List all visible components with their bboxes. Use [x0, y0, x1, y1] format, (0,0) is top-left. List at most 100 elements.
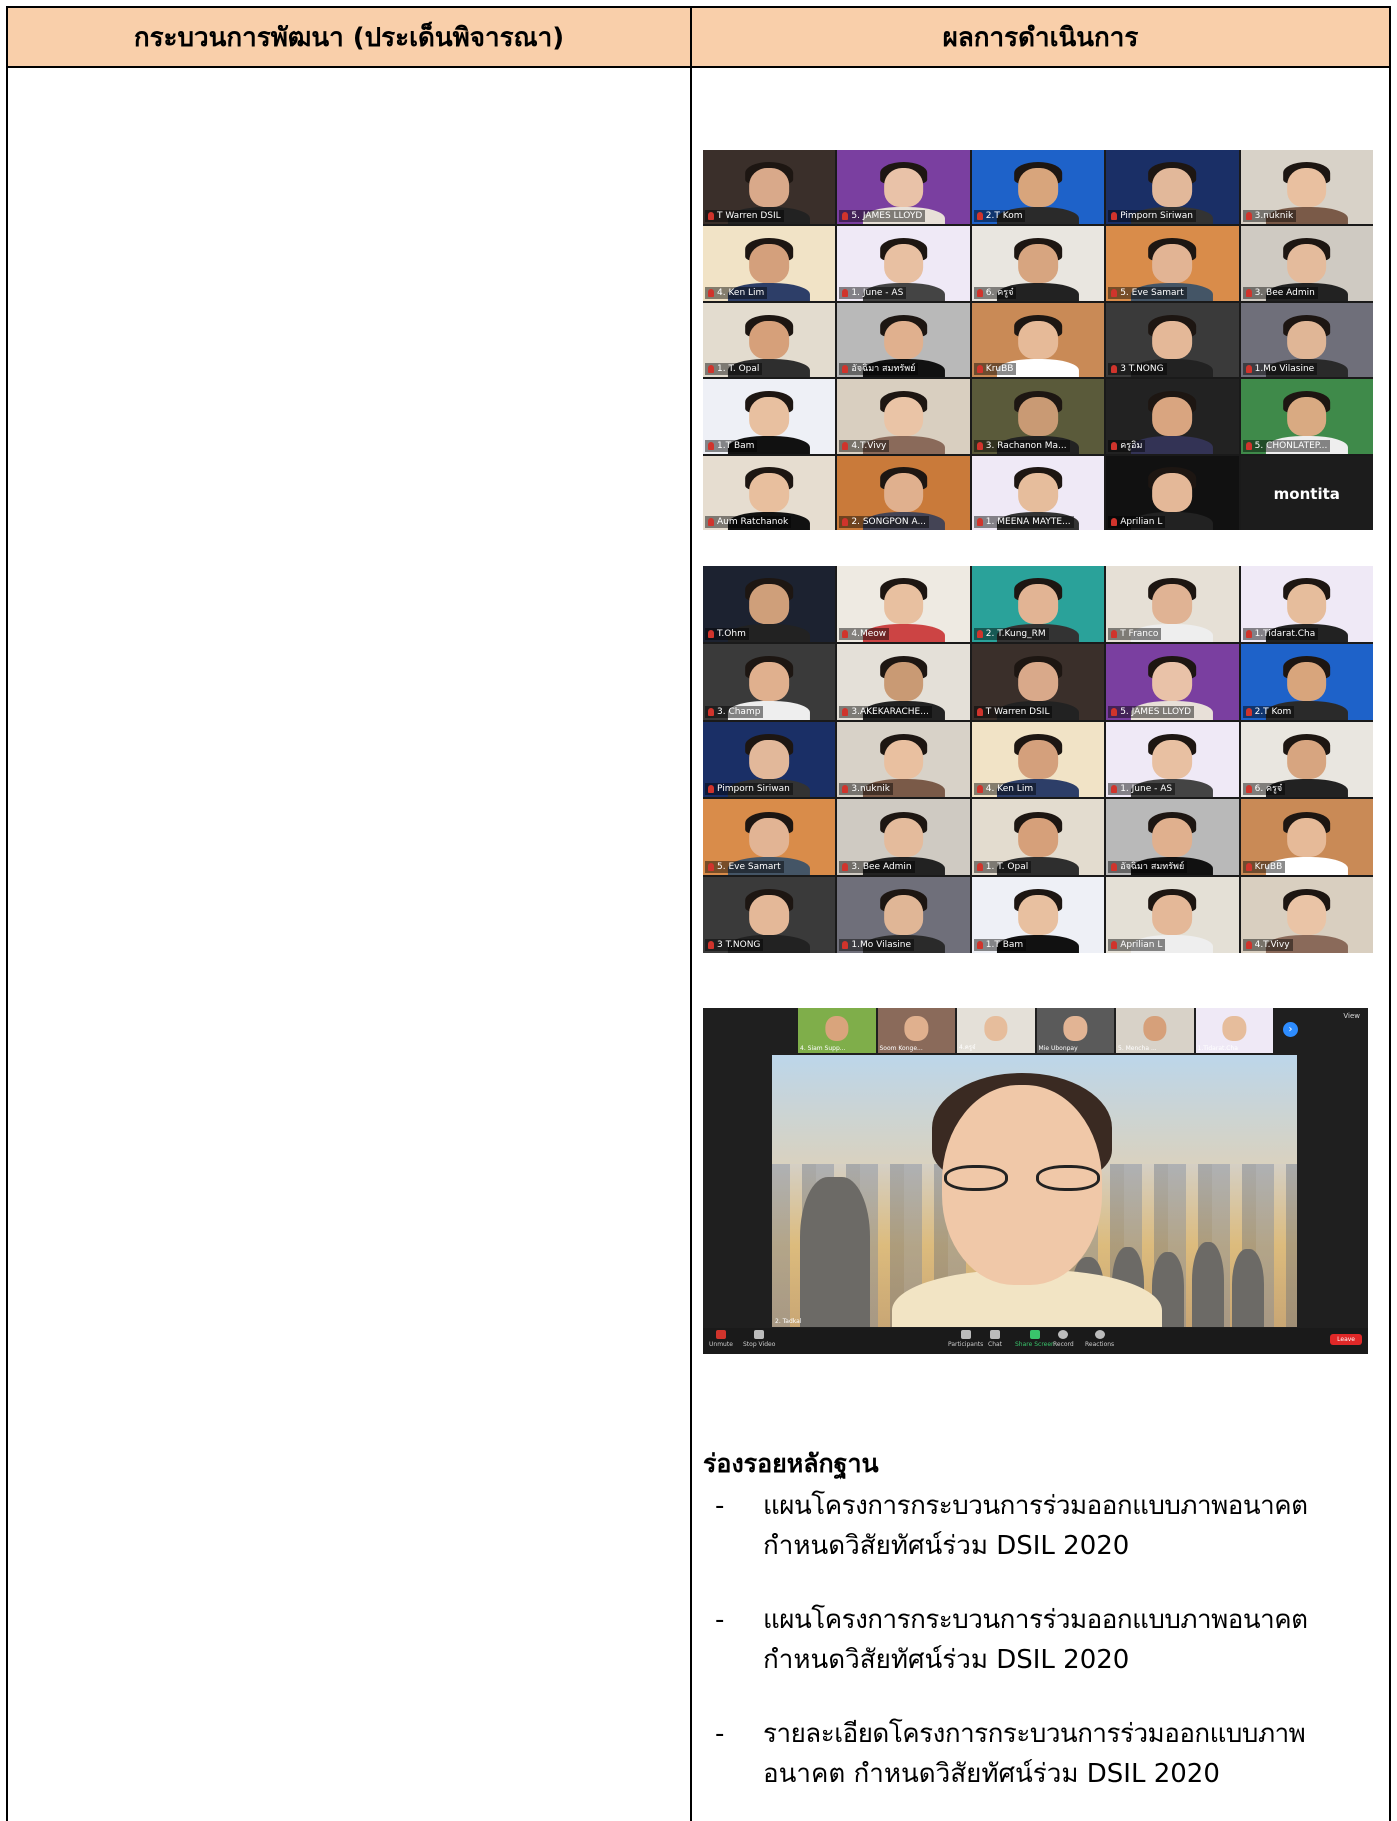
participant-name: KruBB: [1242, 861, 1286, 874]
participant-face: [749, 397, 790, 436]
strip-participant-tile: 5. Mencha ...: [1116, 1008, 1194, 1053]
participant-tile: Pimporn Siriwan: [703, 721, 836, 798]
participant-name: 1. T. Opal: [705, 363, 763, 376]
participant-name: Pimporn Siriwan: [1108, 210, 1197, 223]
zoom-gallery-screenshot-1: T Warren DSIL 5. JAMES LLOYD 2.T Kom Pimpor…: [703, 150, 1373, 530]
participant-tile: 3 T.NONG: [1106, 302, 1239, 378]
participant-tile: อัจฉิมา สมทรัพย์: [837, 302, 970, 378]
participant-face: [883, 895, 924, 935]
stop-video-control: Stop Video: [743, 1330, 775, 1348]
participant-name: อัจฉิมา สมทรัพย์: [1108, 861, 1188, 874]
participant-name: 1.T Bam: [705, 439, 758, 452]
participant-name: 4.ครูจ๋: [959, 1044, 976, 1051]
participant-face: [1222, 1016, 1246, 1041]
zoom-speaker-view-screenshot: 4. Siam Supp... Soom Konge... 4.ครูจ๋ Mie U…: [703, 1008, 1368, 1354]
participant-name: 3. Champ: [705, 705, 764, 718]
participant-name: 3 T.NONG: [1108, 363, 1167, 376]
participant-face: [1018, 739, 1058, 780]
participant-face: [1152, 167, 1193, 207]
participant-tile: 6. ครูจ๋: [971, 226, 1105, 301]
participant-name: 3.nuknik: [1242, 210, 1297, 223]
participant-face: [1018, 473, 1058, 513]
header-results: ผลการดำเนินการ: [942, 22, 1139, 53]
participant-name: 1. T. Opal: [973, 861, 1032, 874]
participant-tile: 3. Champ: [703, 643, 836, 720]
participant-name: 1. June - AS: [1108, 783, 1176, 796]
participant-name: 2. SONGPON A...: [839, 516, 930, 528]
record-icon: [1058, 1330, 1069, 1339]
participant-face: [883, 167, 924, 207]
participant-face: [883, 661, 924, 702]
participant-face: [749, 320, 790, 360]
figurine: [1192, 1242, 1224, 1327]
participant-tile: 5. Eve Samart: [703, 799, 836, 876]
participant-tile: Aprilian L: [1106, 455, 1239, 530]
participant-tile: 3. Bee Admin: [837, 799, 970, 876]
participant-tile: 4. Ken Lim: [703, 226, 836, 301]
participant-face: [1286, 244, 1327, 283]
strip-participant-tile: 4.ครูจ๋: [957, 1008, 1035, 1053]
participant-name: 5. Eve Samart: [705, 861, 784, 874]
evidence-item: - รายละเอียดโครงการกระบวนการร่วมออกแบบภาพ…: [715, 1719, 1306, 1789]
chat-control: Chat: [988, 1330, 1002, 1348]
participant-name: Soom Konge...: [879, 1045, 923, 1052]
evidence-item: - แผนโครงการกระบวนการร่วมออกแบบภาพอนาคต กำ…: [715, 1491, 1308, 1561]
active-speaker-video: 2. Tadkal: [772, 1055, 1297, 1327]
participant-face: [749, 473, 790, 513]
participant-tile: 1.Tidarat.Cha: [1240, 566, 1373, 642]
chat-icon: [990, 1330, 1001, 1339]
participant-name: 5. CHONLATEP...: [1242, 439, 1331, 452]
participant-tile: T Franco: [1106, 566, 1239, 642]
participant-tile: 5. JAMES LLOYD: [1106, 643, 1239, 720]
speaker-name-label: 2. Tadkal: [775, 1318, 802, 1325]
participant-tile: T Warren DSIL: [971, 643, 1105, 720]
participant-face: [1152, 397, 1193, 436]
participant-name: T.Ohm: [705, 627, 749, 640]
participant-name: 4. Ken Lim: [705, 286, 768, 299]
participant-tile: 2. SONGPON A...: [837, 455, 970, 530]
participant-face: [1152, 739, 1193, 780]
participant-name: 3. Rachanon Ma...: [973, 439, 1070, 452]
evidence-list: - แผนโครงการกระบวนการร่วมออกแบบภาพอนาคต กำ…: [703, 1486, 1373, 1789]
participant-face: [1152, 320, 1193, 360]
participant-tile: 3. Bee Admin: [1240, 226, 1373, 301]
participant-face: [1286, 661, 1327, 702]
share-screen-icon: [1029, 1330, 1040, 1339]
participant-name: 6. ครูจ๋: [973, 286, 1017, 299]
participant-name: 2. T.Kung_RM: [973, 627, 1049, 640]
participant-tile: montita: [1240, 455, 1373, 530]
results-cell: T Warren DSIL 5. JAMES LLOYD 2.T Kom Pimpor…: [692, 68, 1389, 1821]
participant-tile: 5. JAMES LLOYD: [837, 150, 970, 225]
participant-name: 3. Bee Admin: [1242, 286, 1318, 299]
participant-face: [1018, 661, 1058, 702]
participant-tile: 1.T Bam: [971, 877, 1105, 953]
participant-name: Aum Ratchanok: [705, 516, 792, 528]
participant-tile: 2. T.Kung_RM: [971, 566, 1105, 642]
participant-tile: 3.nuknik: [1240, 150, 1373, 225]
participant-face: [1018, 167, 1058, 207]
participant-face: [984, 1016, 1008, 1041]
participant-name: อัจฉิมา สมทรัพย์: [839, 363, 919, 376]
participant-face: [1143, 1016, 1167, 1041]
participant-face: [1152, 244, 1193, 283]
zoom-gallery-screenshot-2: T.Ohm 4.Meow 2. T.Kung_RM T Franco 1.Tidarat…: [703, 566, 1373, 953]
result-table: กระบวนการพัฒนา (ประเด็นพิจารณา) ผลการดำเ…: [6, 6, 1391, 1821]
participant-name: 4. Siam Supp...: [800, 1045, 846, 1052]
participant-name: 3 T.NONG: [705, 939, 764, 951]
participant-tile: T Warren DSIL: [703, 150, 836, 225]
participant-tile: T.Ohm: [703, 566, 836, 642]
table-header-row: กระบวนการพัฒนา (ประเด็นพิจารณา) ผลการดำเ…: [8, 8, 1389, 68]
participant-name: ครูอิ๋ม: [1108, 439, 1146, 452]
participant-name: 4. Ken Lim: [973, 783, 1037, 796]
participant-tile: 5. CHONLATEP...: [1240, 379, 1373, 454]
participant-tile: 3 T.NONG: [703, 877, 836, 953]
participant-tile: 1. MEENA MAYTE...: [971, 455, 1105, 530]
participant-face: [1018, 244, 1058, 283]
next-arrow-icon: ›: [1283, 1022, 1298, 1037]
strip-participant-tile: 1.Tidarat.Cha: [1195, 1008, 1273, 1053]
participant-tile: 1.Mo Vilasine: [1240, 302, 1373, 378]
participant-face: [749, 661, 790, 702]
participant-tile: KruBB: [1240, 799, 1373, 876]
participant-face: [1286, 320, 1327, 360]
participant-face: [749, 244, 790, 283]
